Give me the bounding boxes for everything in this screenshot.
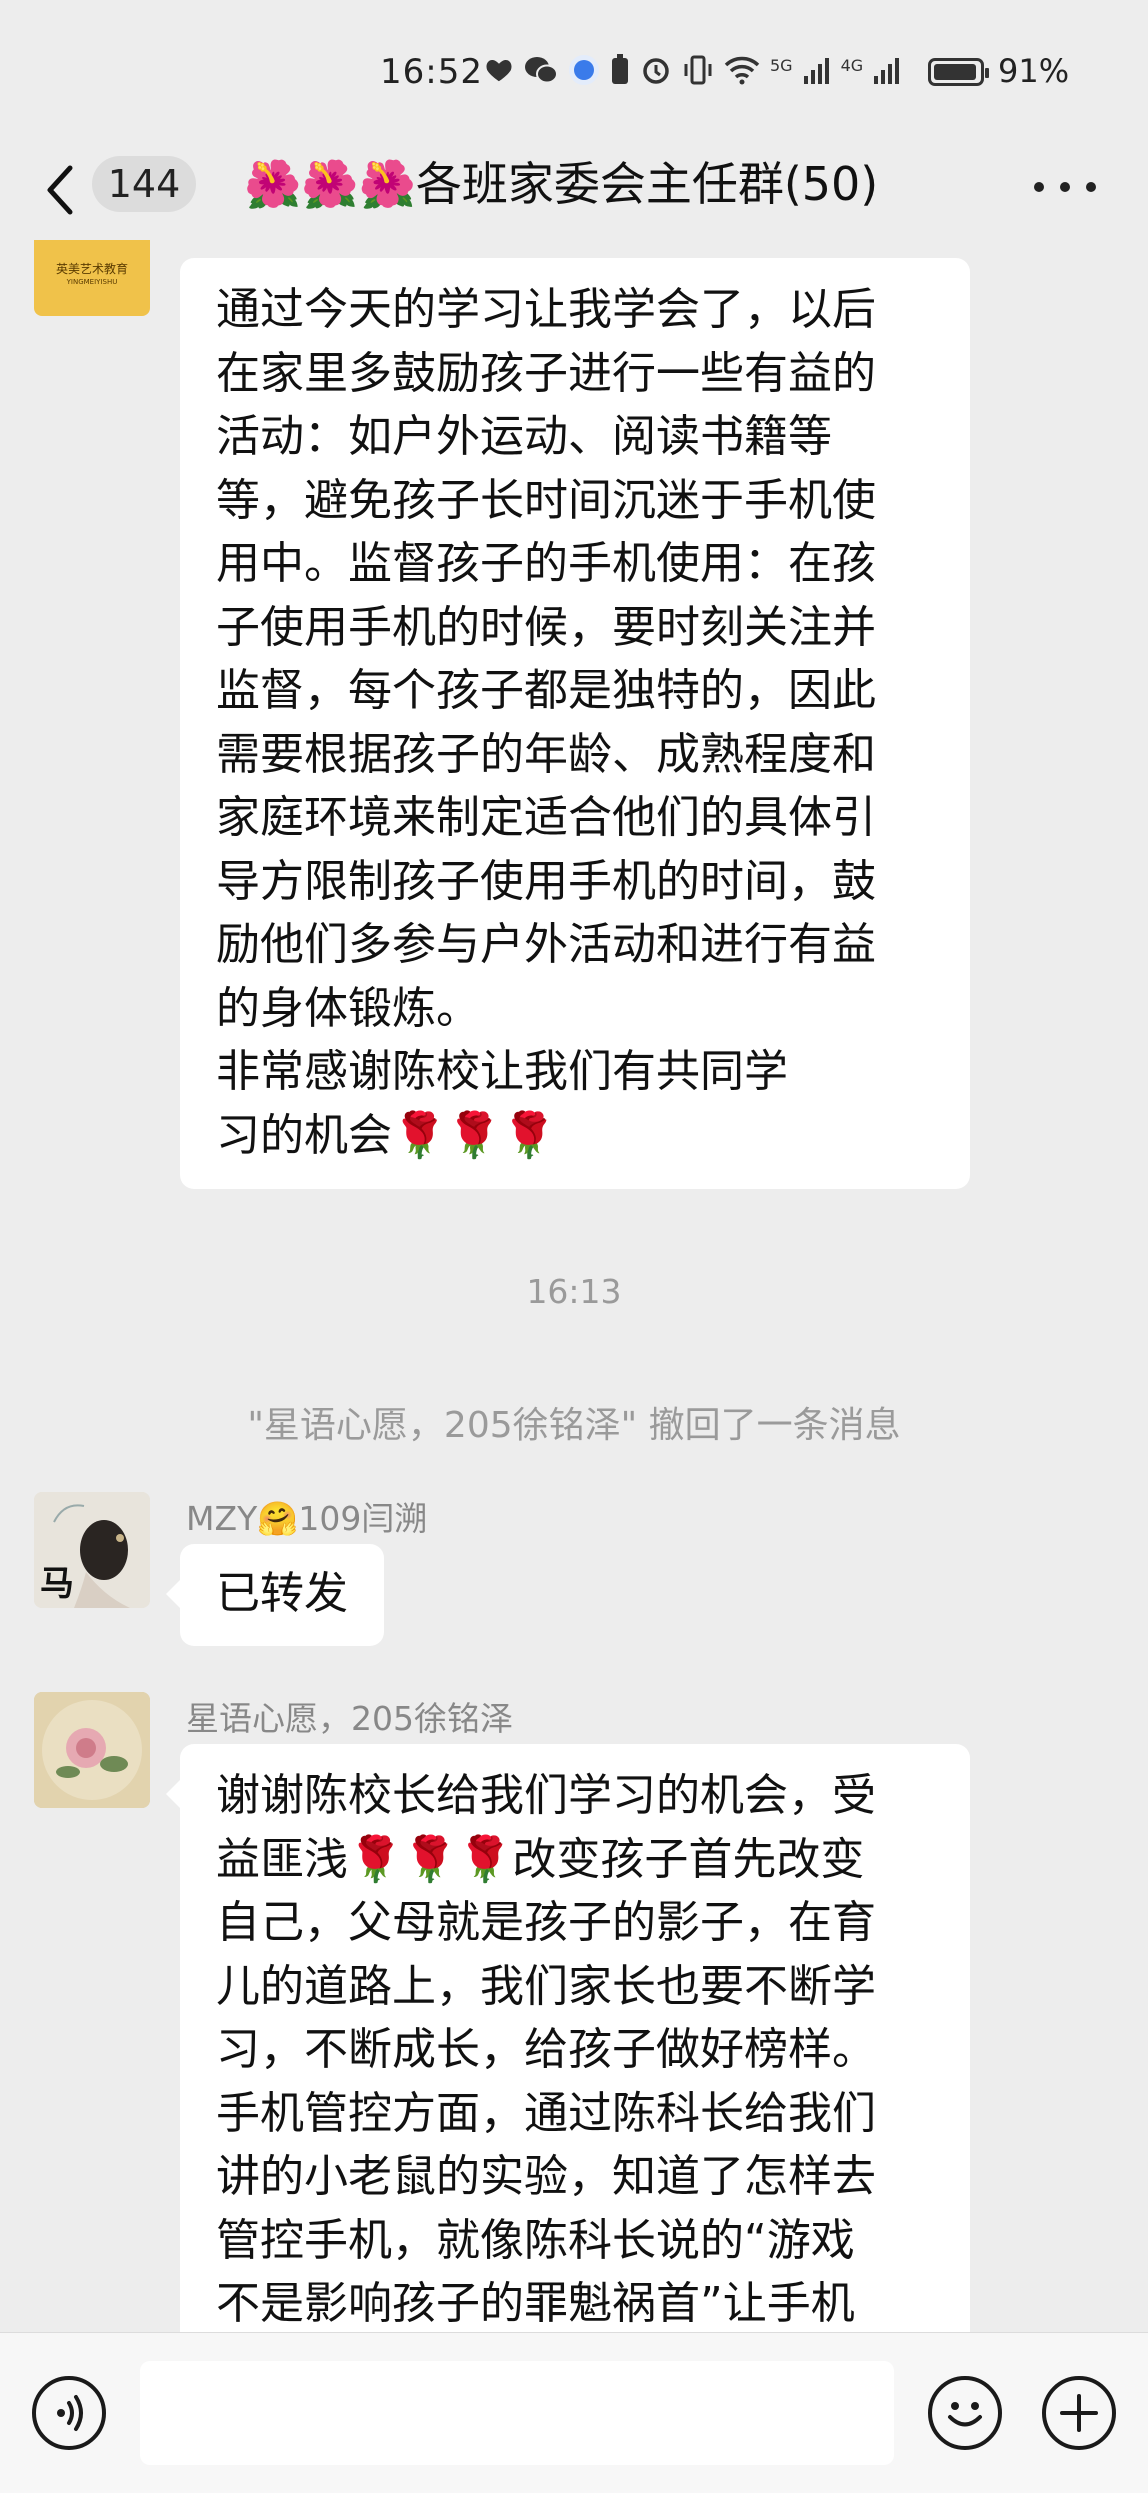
emoji-button[interactable]	[928, 2376, 1002, 2450]
avatar-logo-text: 英美艺术教育	[55, 262, 128, 276]
message-list[interactable]: 英美艺术教育 YINGMEIYISHU 通过今天的学习让我学会了，以后 在家里多…	[0, 240, 1148, 2332]
message-input[interactable]	[140, 2361, 894, 2465]
plus-icon	[1060, 2394, 1098, 2432]
signal-icon-1	[803, 58, 829, 84]
more-dot	[1060, 182, 1070, 192]
message-bubble[interactable]: 谢谢陈校长给我们学习的机会，受 益匪浅🌹🌹🌹改变孩子首先改变 自己，父母就是孩子…	[166, 1744, 970, 2332]
chat-title: 🌺🌺🌺各班家委会主任群(50)	[244, 157, 879, 211]
message-bubble[interactable]: 已转发	[166, 1544, 384, 1646]
vibrate-icon	[684, 55, 712, 85]
status-time: 16:52	[380, 52, 483, 92]
avatar[interactable]: 马	[34, 1492, 150, 1608]
emoji-icon	[948, 2402, 982, 2427]
more-dot	[1086, 182, 1096, 192]
wifi-icon	[724, 56, 760, 85]
status-icons: 5G 4G	[484, 54, 901, 86]
heart-icon	[486, 60, 512, 82]
battery-percent: 91%	[998, 52, 1070, 90]
sender-name: MZY🤗109闫溯	[186, 1499, 428, 1538]
recall-notice: "星语心愿，205徐铭泽" 撤回了一条消息	[247, 1405, 901, 1446]
voice-button[interactable]	[32, 2376, 106, 2450]
alarm-icon	[643, 58, 669, 84]
message-timestamp: 16:13	[526, 1272, 622, 1311]
network-5g-label: 5G	[770, 56, 793, 75]
input-bar	[0, 2332, 1148, 2493]
signal-icon-2	[874, 58, 900, 84]
back-button[interactable]	[40, 160, 90, 220]
battery-saver-icon	[612, 54, 628, 84]
network-4g-label: 4G	[840, 56, 864, 75]
avatar[interactable]: 英美艺术教育 YINGMEIYISHU	[34, 240, 150, 316]
avatar[interactable]	[34, 1692, 150, 1808]
browser-icon	[569, 55, 599, 85]
battery-icon	[928, 58, 989, 86]
avatar-logo-subtext: YINGMEIYISHU	[66, 278, 118, 286]
chat-header: 144 🌺🌺🌺各班家委会主任群(50)	[0, 140, 1148, 240]
chevron-left-icon	[47, 165, 73, 215]
voice-icon	[57, 2395, 83, 2431]
plus-button[interactable]	[1042, 2376, 1116, 2450]
wechat-icon	[525, 57, 558, 84]
more-options-button[interactable]	[1034, 180, 1096, 194]
sender-name: 星语心愿，205徐铭泽	[186, 1699, 513, 1738]
message-bubble[interactable]: 通过今天的学习让我学会了，以后 在家里多鼓励孩子进行一些有益的 活动：如户外运动…	[180, 258, 970, 1189]
more-dot	[1034, 182, 1044, 192]
avatar-char: 马	[40, 1564, 74, 1604]
avatar-peony	[34, 1692, 150, 1808]
unread-count-badge[interactable]: 144	[92, 156, 196, 212]
status-bar: 16:52 5G 4G 91%	[0, 0, 1148, 150]
